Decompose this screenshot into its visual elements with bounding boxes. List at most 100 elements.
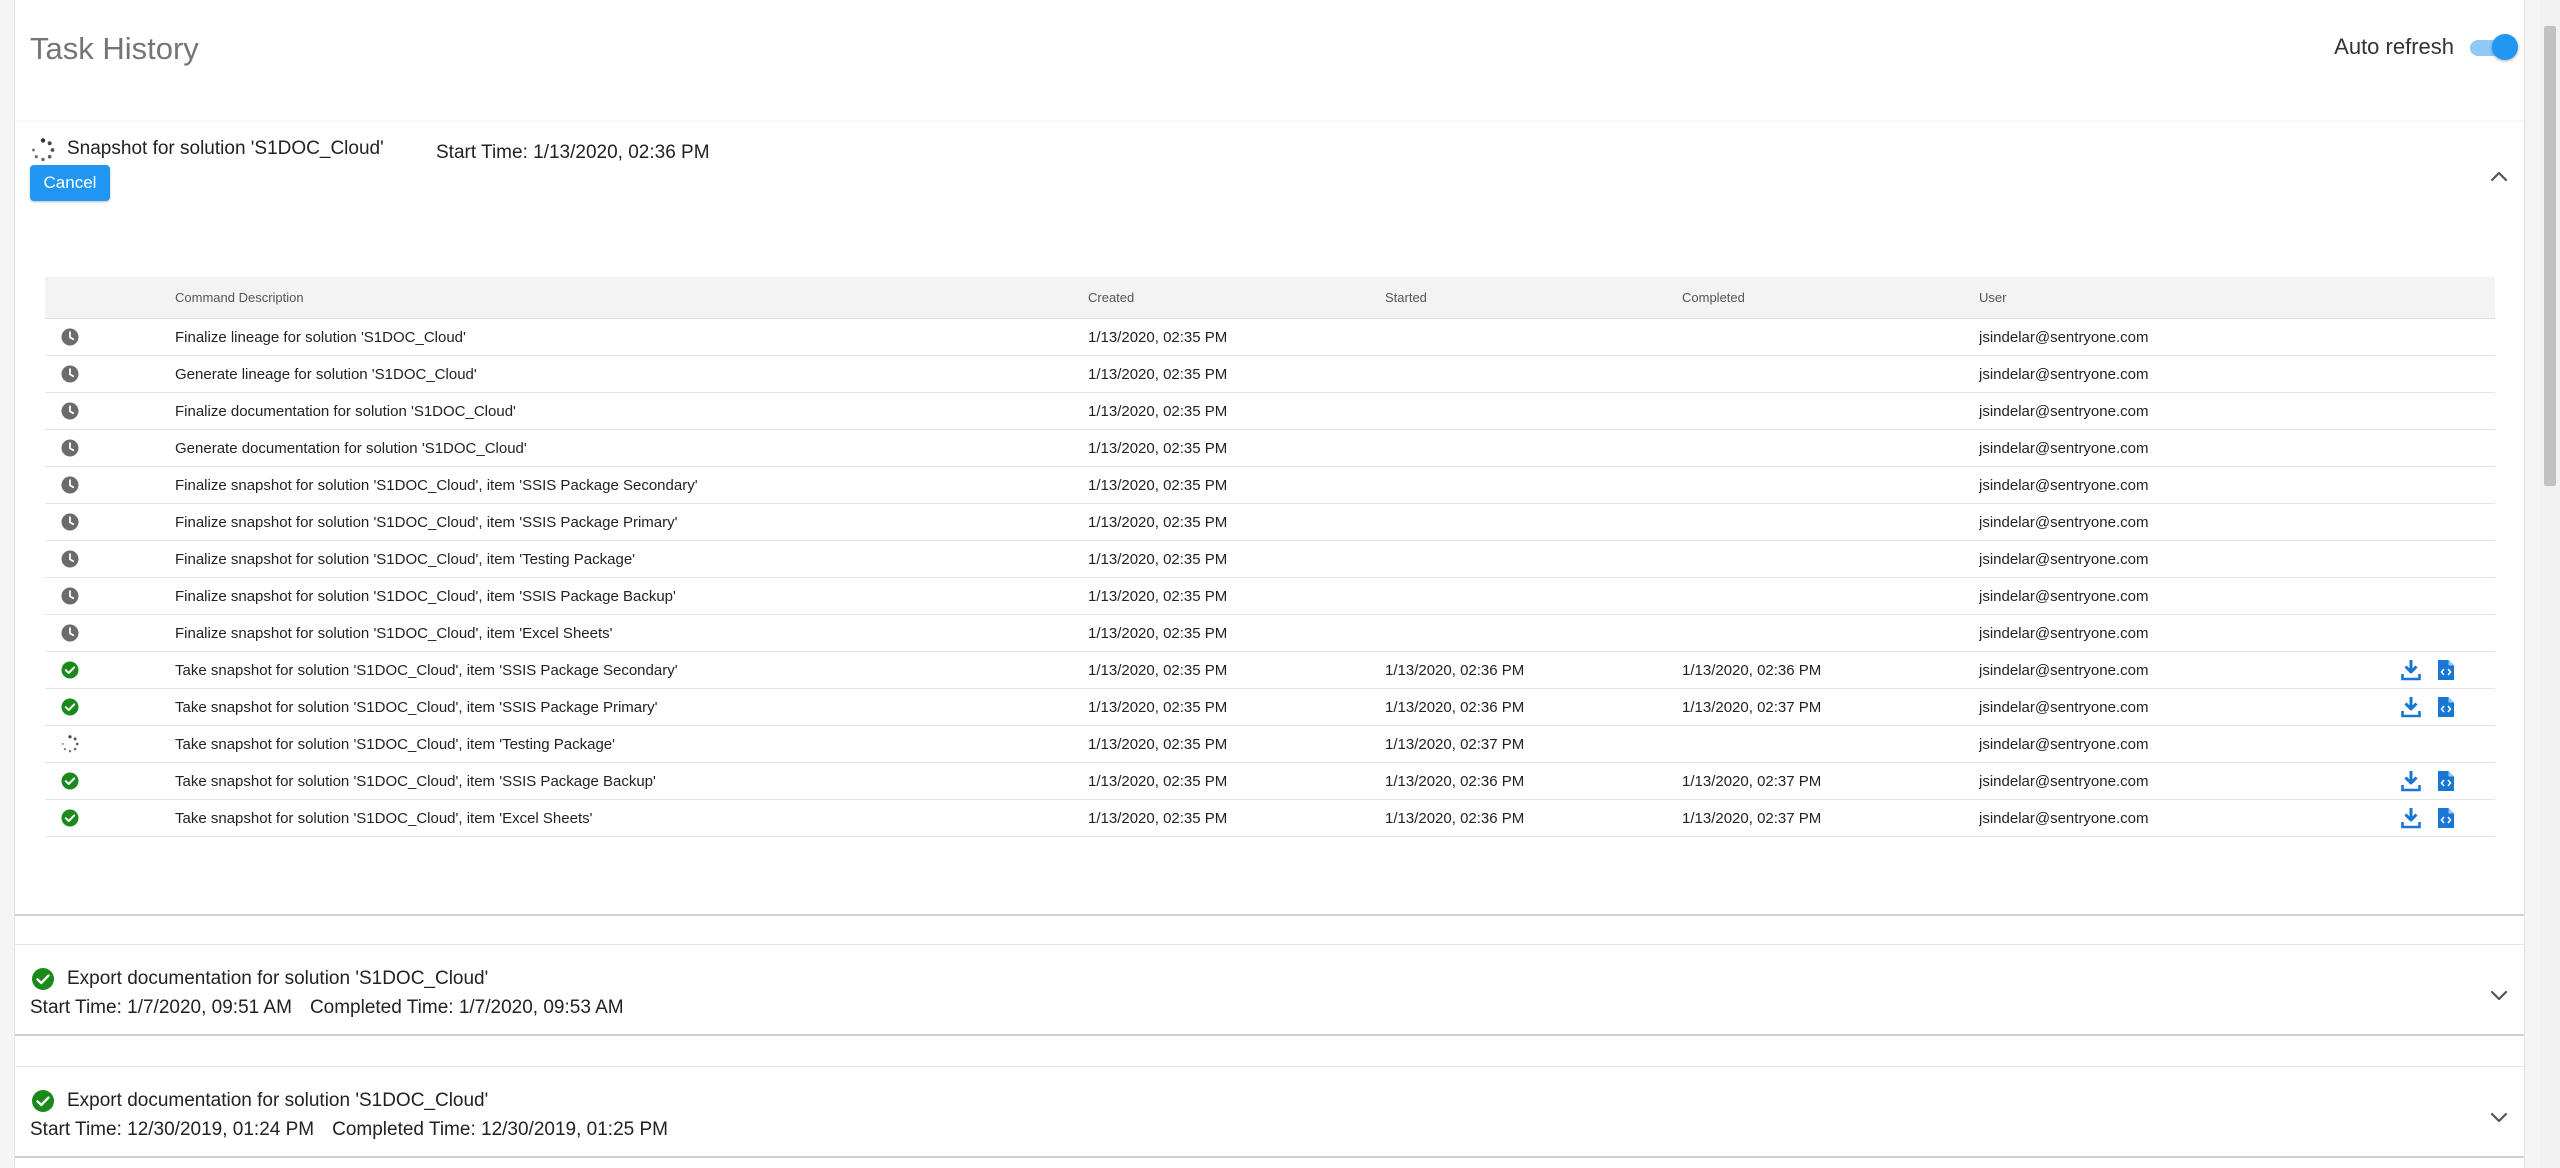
row-description: Finalize documentation for solution 'S1D… (175, 392, 1088, 430)
row-status-cell (45, 392, 175, 430)
chevron-down-icon[interactable] (2486, 982, 2512, 1008)
code-file-icon[interactable] (2437, 807, 2457, 829)
table-row: Take snapshot for solution 'S1DOC_Cloud'… (45, 725, 2495, 763)
task-times: Start Time: 1/7/2020, 09:51 AM Completed … (30, 997, 624, 1019)
row-actions (2395, 318, 2495, 356)
table-row: Finalize snapshot for solution 'S1DOC_Cl… (45, 577, 2495, 615)
check-circle-icon (31, 967, 55, 991)
row-created: 1/13/2020, 02:35 PM (1088, 503, 1385, 541)
row-user: jsindelar@sentryone.com (1979, 355, 2395, 393)
row-actions (2395, 392, 2495, 430)
table-row: Generate documentation for solution 'S1D… (45, 429, 2495, 467)
spinner-icon (61, 735, 175, 753)
row-user: jsindelar@sentryone.com (1979, 762, 2395, 800)
task-panel-export-1[interactable]: Export documentation for solution 'S1DOC… (15, 944, 2524, 1036)
row-status-cell (45, 688, 175, 726)
row-description: Take snapshot for solution 'S1DOC_Cloud'… (175, 688, 1088, 726)
download-icon[interactable] (2401, 659, 2421, 681)
code-file-icon[interactable] (2437, 696, 2457, 718)
row-completed: 1/13/2020, 02:37 PM (1682, 688, 1979, 726)
row-status-cell (45, 466, 175, 504)
row-user: jsindelar@sentryone.com (1979, 577, 2395, 615)
row-description: Take snapshot for solution 'S1DOC_Cloud'… (175, 799, 1088, 837)
task-title: Snapshot for solution 'S1DOC_Cloud' (67, 138, 384, 159)
row-user: jsindelar@sentryone.com (1979, 614, 2395, 652)
row-completed (1682, 614, 1979, 652)
row-actions (2395, 614, 2495, 652)
row-completed: 1/13/2020, 02:37 PM (1682, 762, 1979, 800)
row-started (1385, 503, 1682, 541)
table-row: Finalize documentation for solution 'S1D… (45, 392, 2495, 430)
row-started: 1/13/2020, 02:36 PM (1385, 762, 1682, 800)
task-start-time: Start Time: 1/7/2020, 09:51 AM (30, 997, 292, 1018)
task-title: Export documentation for solution 'S1DOC… (67, 1090, 489, 1111)
col-user[interactable]: User (1979, 277, 2395, 319)
table-row: Finalize snapshot for solution 'S1DOC_Cl… (45, 540, 2495, 578)
row-started: 1/13/2020, 02:37 PM (1385, 725, 1682, 763)
row-description: Finalize snapshot for solution 'S1DOC_Cl… (175, 466, 1088, 504)
row-actions (2395, 577, 2495, 615)
row-created: 1/13/2020, 02:35 PM (1088, 762, 1385, 800)
row-actions (2395, 466, 2495, 504)
row-created: 1/13/2020, 02:35 PM (1088, 429, 1385, 467)
table-row: Finalize snapshot for solution 'S1DOC_Cl… (45, 503, 2495, 541)
col-actions (2395, 277, 2495, 319)
row-created: 1/13/2020, 02:35 PM (1088, 651, 1385, 689)
auto-refresh-toggle[interactable] (2468, 34, 2518, 60)
check-circle-icon (61, 661, 175, 679)
task-panel-export-2[interactable]: Export documentation for solution 'S1DOC… (15, 1066, 2524, 1158)
row-user: jsindelar@sentryone.com (1979, 651, 2395, 689)
row-description: Take snapshot for solution 'S1DOC_Cloud'… (175, 762, 1088, 800)
col-created[interactable]: Created (1088, 277, 1385, 319)
chevron-down-icon[interactable] (2486, 1104, 2512, 1130)
row-completed (1682, 540, 1979, 578)
download-icon[interactable] (2401, 807, 2421, 829)
row-created: 1/13/2020, 02:35 PM (1088, 355, 1385, 393)
table-row: Take snapshot for solution 'S1DOC_Cloud'… (45, 688, 2495, 726)
clock-icon (61, 476, 175, 494)
code-file-icon[interactable] (2437, 770, 2457, 792)
row-actions (2395, 429, 2495, 467)
row-actions (2395, 540, 2495, 578)
task-history-page: Task History Auto refresh Snapshot for s… (14, 0, 2525, 1168)
col-completed[interactable]: Completed (1682, 277, 1979, 319)
task-title: Export documentation for solution 'S1DOC… (67, 968, 489, 989)
download-icon[interactable] (2401, 770, 2421, 792)
clock-icon (61, 513, 175, 531)
spinner-icon (31, 138, 55, 162)
check-circle-icon (31, 1089, 55, 1113)
table-row: Finalize snapshot for solution 'S1DOC_Cl… (45, 614, 2495, 652)
row-user: jsindelar@sentryone.com (1979, 725, 2395, 763)
chevron-up-icon[interactable] (2486, 164, 2512, 190)
row-completed: 1/13/2020, 02:37 PM (1682, 799, 1979, 837)
task-completed-time: Completed Time: 1/7/2020, 09:53 AM (309, 997, 624, 1018)
scrollbar-thumb[interactable] (2544, 26, 2556, 486)
row-created: 1/13/2020, 02:35 PM (1088, 688, 1385, 726)
row-status-cell (45, 503, 175, 541)
download-icon[interactable] (2401, 696, 2421, 718)
row-completed (1682, 429, 1979, 467)
row-user: jsindelar@sentryone.com (1979, 429, 2395, 467)
table-row: Take snapshot for solution 'S1DOC_Cloud'… (45, 651, 2495, 689)
table-row: Take snapshot for solution 'S1DOC_Cloud'… (45, 762, 2495, 800)
cancel-button[interactable]: Cancel (30, 165, 110, 201)
task-start-time: Start Time: 1/13/2020, 02:36 PM (436, 142, 710, 163)
check-circle-icon (61, 698, 175, 716)
col-started[interactable]: Started (1385, 277, 1682, 319)
row-user: jsindelar@sentryone.com (1979, 799, 2395, 837)
row-description: Finalize snapshot for solution 'S1DOC_Cl… (175, 503, 1088, 541)
row-started: 1/13/2020, 02:36 PM (1385, 799, 1682, 837)
row-started: 1/13/2020, 02:36 PM (1385, 651, 1682, 689)
row-actions (2395, 503, 2495, 541)
row-started (1385, 577, 1682, 615)
row-created: 1/13/2020, 02:35 PM (1088, 614, 1385, 652)
task-start-time: Start Time: 12/30/2019, 01:24 PM (30, 1119, 315, 1140)
row-started: 1/13/2020, 02:36 PM (1385, 688, 1682, 726)
code-file-icon[interactable] (2437, 659, 2457, 681)
page-scrollbar[interactable] (2540, 0, 2560, 1168)
table-row: Finalize snapshot for solution 'S1DOC_Cl… (45, 466, 2495, 504)
toggle-knob (2492, 34, 2518, 60)
row-actions (2395, 799, 2495, 837)
col-description[interactable]: Command Description (175, 277, 1088, 319)
page-title: Task History (30, 31, 199, 66)
